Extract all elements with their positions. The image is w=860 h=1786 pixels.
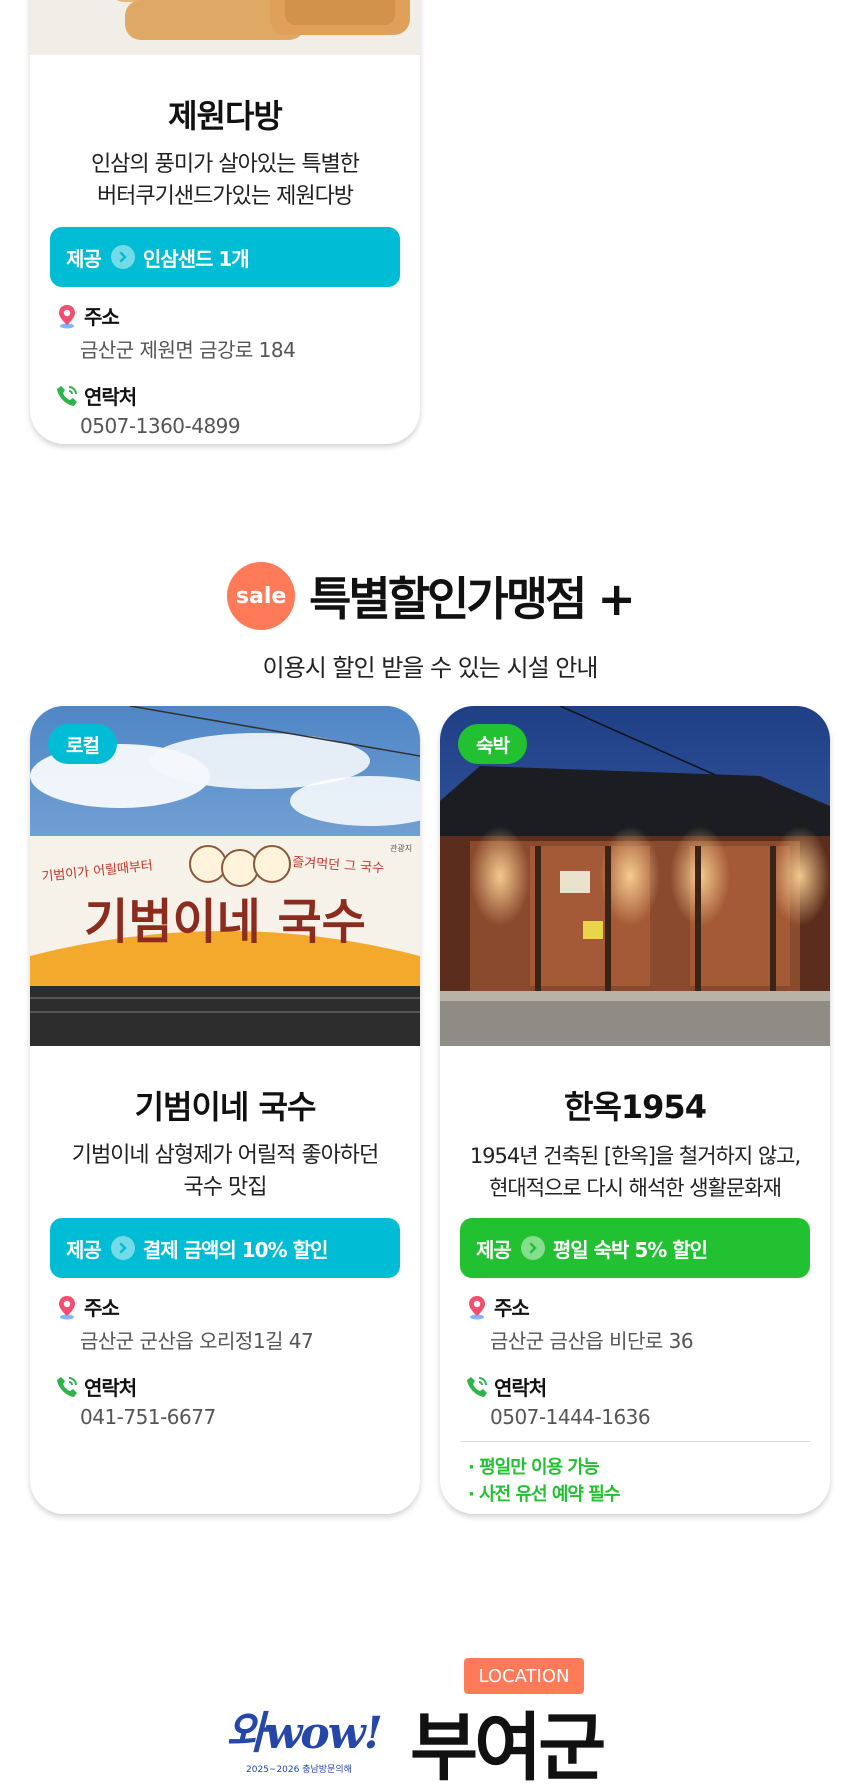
address-row: 주소 [50,1292,400,1321]
note-item: · 평일만 이용 가능 [468,1457,600,1478]
divider [460,1441,810,1442]
offer-banner: 제공 인삼샌드 1개 [50,227,400,287]
address-row: 주소 [460,1292,810,1321]
address-row: 주소 [50,301,400,330]
chevron-right-icon [110,245,135,269]
offer-label: 제공 [476,1237,512,1262]
note-item: · 사전 유선 예약 필수 [468,1484,620,1505]
region-name: 부여군 [410,1705,606,1786]
sign-main-text: 기범이네 국수 [84,894,366,950]
offer-text: 결제 금액의 10% 할인 [142,1237,329,1262]
offer-banner: 제공 결제 금액의 10% 할인 [50,1218,400,1278]
map-pin-icon [54,1294,80,1320]
store-card-jewon[interactable]: 제원다방 인삼의 풍미가 살아있는 특별한 버터쿠기샌드가있는 제원다방 제공 … [30,0,420,444]
contact-row: 연락처 [460,1372,810,1401]
sign-corner-text: 관광지 [390,843,412,853]
store-description: 기범이네 삼형제가 어릴적 좋아하던 국수 맛집 [50,1140,400,1204]
section-title: 특별할인가맹점 + [309,572,636,626]
store-description: 1954년 건축된 [한옥]을 철거하지 않고, 현대적으로 다시 해석한 생활… [460,1140,810,1204]
description-line: 버터쿠기샌드가있는 제원다방 [96,184,354,209]
category-tag: 숙박 [458,724,527,764]
map-pin-icon [54,303,80,329]
offer-text: 평일 숙박 5% 할인 [552,1237,708,1262]
offer-label: 제공 [66,246,102,271]
phone-value[interactable]: 041-751-6677 [80,1405,400,1429]
store-title: 기범이네 국수 [134,1088,317,1126]
contact-label: 연락처 [494,1376,547,1400]
map-pin-icon [464,1294,490,1320]
description-line: 국수 맛집 [183,1175,268,1200]
address-label: 주소 [494,1296,530,1320]
wow-logo-subtitle: 2025~2026 충남방문의해 [246,1765,352,1775]
phone-icon [464,1374,490,1400]
chevron-right-icon [110,1236,135,1260]
store-card-gibeom[interactable]: 기범이가 어릴때부터 즐겨먹던 그 국수 관광지 기범이네 국수 로컬 기범이네… [30,706,420,1514]
contact-row: 연락처 [50,381,400,410]
store-description: 인삼의 풍미가 살아있는 특별한 버터쿠기샌드가있는 제원다방 [50,149,400,213]
wow-logo-text: 와wow! [226,1708,383,1759]
contact-label: 연락처 [84,385,137,409]
phone-value[interactable]: 0507-1360-4899 [80,414,400,438]
description-line: 현대적으로 다시 해석한 생활문화재 [489,1176,782,1200]
address-value: 금산군 금산읍 비단로 36 [490,1329,694,1353]
phone-value[interactable]: 0507-1444-1636 [490,1405,810,1429]
store-title: 제원다방 [168,97,283,135]
offer-banner: 제공 평일 숙박 5% 할인 [460,1218,810,1278]
chevron-right-icon [520,1236,545,1260]
wow-logo: 와wow! 2025~2026 충남방문의해 [226,1706,396,1786]
contact-label: 연락처 [84,1376,137,1400]
location-badge-text: LOCATION [478,1665,570,1687]
category-tag: 로컬 [48,724,117,764]
store-title: 한옥1954 [564,1088,707,1126]
section-header: sale 특별할인가맹점 + 이용시 할인 받을 수 있는 시설 안내 [0,562,860,683]
description-line: 인삼의 풍미가 살아있는 특별한 [90,152,360,177]
address-value: 금산군 군산읍 오리정1길 47 [80,1329,314,1353]
description-line: 1954년 건축된 [한옥]을 철거하지 않고, [469,1144,801,1168]
sale-badge: sale [227,562,296,630]
contact-row: 연락처 [50,1372,400,1401]
address-label: 주소 [84,305,120,329]
section-subtitle: 이용시 할인 받을 수 있는 시설 안내 [262,654,599,682]
location-badge: LOCATION [464,1658,584,1694]
description-line: 기범이네 삼형제가 어릴적 좋아하던 [71,1143,380,1168]
address-label: 주소 [84,1296,120,1320]
phone-icon [54,1374,80,1400]
store-card-hanok[interactable]: 숙박 한옥1954 1954년 건축된 [한옥]을 철거하지 않고, 현대적으로… [440,706,830,1514]
store-photo-jewon [30,0,420,55]
address-value: 금산군 제원면 금강로 184 [80,338,296,362]
notes-list: · 평일만 이용 가능 · 사전 유선 예약 필수 [460,1454,810,1508]
offer-text: 인삼샌드 1개 [142,246,250,271]
sale-badge-text: sale [235,583,287,609]
phone-icon [54,383,80,409]
offer-label: 제공 [66,1237,102,1262]
